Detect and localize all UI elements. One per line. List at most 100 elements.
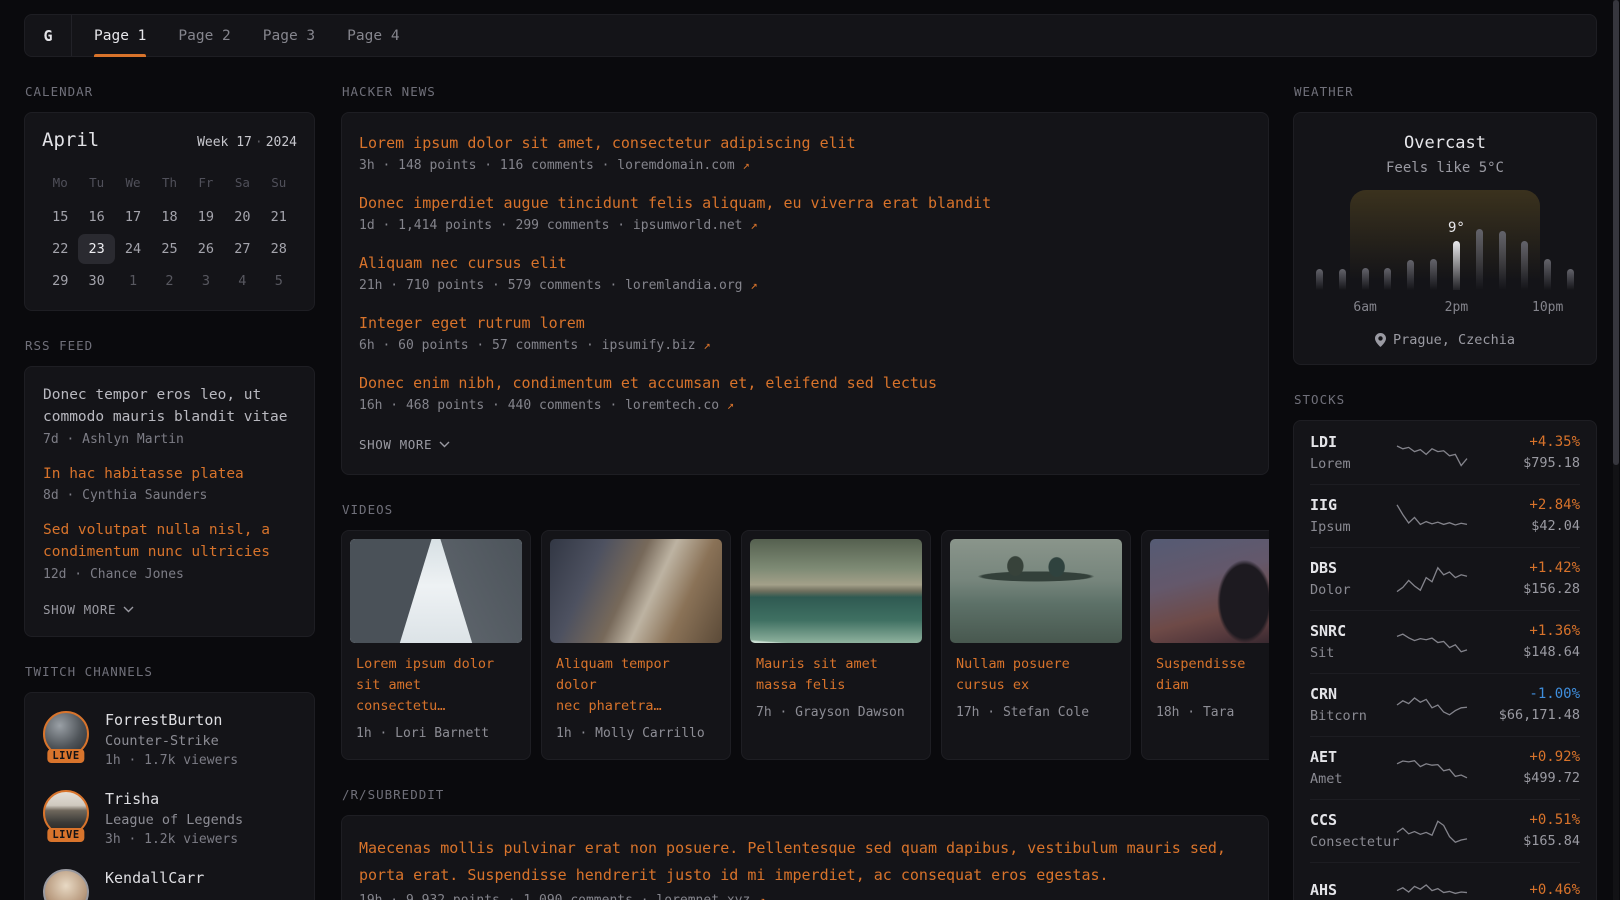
weather-time-ticks: 6am2pm10pm — [1316, 298, 1574, 318]
page-scrollbar-thumb[interactable] — [1613, 0, 1619, 465]
item-meta-text: 3h · 148 points · 116 comments · loremdo… — [359, 158, 735, 173]
calendar-day-of-week: Th — [151, 169, 187, 200]
calendar-day: 15 — [42, 202, 78, 232]
rss-item-title[interactable]: In hac habitasse platea — [43, 464, 296, 486]
hacker-news-item-title[interactable]: Donec imperdiet augue tincidunt felis al… — [359, 194, 1251, 212]
stock-row[interactable]: IIG Ipsum +2.84% $42.04 — [1310, 484, 1580, 547]
top-nav: G Page 1 Page 2 Page 3 Page 4 — [24, 14, 1597, 57]
stock-sparkline — [1394, 561, 1470, 597]
calendar-day-of-week: Sa — [224, 169, 260, 200]
rss-item: Donec tempor eros leo, ut commodo mauris… — [43, 385, 296, 447]
hacker-news-widget-title: HACKER NEWS — [342, 84, 1268, 99]
videos-widget-title: VIDEOS — [342, 502, 1268, 517]
calendar-week-year: Week 17·2024 — [197, 135, 297, 150]
external-link-icon[interactable]: ↗ — [750, 278, 757, 292]
video-channel-meta: 18h · Tara — [1156, 705, 1269, 720]
stock-price: $156.28 — [1480, 581, 1580, 597]
twitch-avatar-wrap: LIVE — [43, 711, 89, 757]
nav-tab[interactable]: Page 3 — [263, 15, 315, 56]
twitch-channel[interactable]: LIVE Trisha League of Legends 3h · 1.2k … — [43, 790, 296, 847]
stock-row[interactable]: DBS Dolor +1.42% $156.28 — [1310, 547, 1580, 610]
calendar-day-of-week: Su — [261, 169, 297, 200]
stock-row[interactable]: LDI Lorem +4.35% $795.18 — [1310, 422, 1580, 484]
stock-ticker: DBS — [1310, 559, 1384, 577]
weather-temp-bar — [1362, 268, 1369, 290]
calendar-day: 26 — [188, 234, 224, 264]
video-card[interactable]: Aliquam tempor dolornec pharetra… 1h · M… — [541, 530, 731, 760]
external-link-icon[interactable]: ↗ — [758, 893, 765, 900]
stock-row[interactable]: CCS Consectetur +0.51% $165.84 — [1310, 799, 1580, 862]
subreddit-post-title[interactable]: Maecenas mollis pulvinar erat non posuer… — [359, 835, 1251, 889]
hacker-news-item: Integer eget rutrum lorem 6h · 60 points… — [359, 314, 1251, 353]
video-card[interactable]: Nullam posuerecursus ex 17h · Stefan Col… — [941, 530, 1131, 760]
external-link-icon[interactable]: ↗ — [727, 398, 734, 412]
nav-tab[interactable]: Page 2 — [178, 15, 230, 56]
weather-location-row: Prague, Czechia — [1310, 332, 1580, 348]
video-card[interactable]: Lorem ipsum dolorsit amet consectetu… 1h… — [341, 530, 531, 760]
twitch-channel[interactable]: LIVE ForrestBurton Counter-Strike 1h · 1… — [43, 711, 296, 768]
external-link-icon[interactable]: ↗ — [750, 218, 757, 232]
item-meta-text: 21h · 710 points · 579 comments · loreml… — [359, 278, 743, 293]
twitch-channel-info: KendallCarr — [105, 869, 204, 900]
calendar-widget: April Week 17·2024 MoTuWeThFrSaSu1516171… — [24, 112, 315, 311]
stock-id: SNRC Sit — [1310, 622, 1384, 661]
video-thumbnail[interactable] — [750, 539, 922, 643]
stock-row[interactable]: CRN Bitcorn -1.00% $66,171.48 — [1310, 673, 1580, 736]
stock-row[interactable]: AHS +0.46% — [1310, 862, 1580, 900]
calendar-day: 18 — [151, 202, 187, 232]
rss-item-title[interactable]: Donec tempor eros leo, ut commodo mauris… — [43, 385, 296, 429]
calendar-day: 23 — [78, 234, 114, 264]
rss-list: Donec tempor eros leo, ut commodo mauris… — [43, 385, 296, 582]
hacker-news-show-more-button[interactable]: SHOW MORE — [359, 437, 450, 452]
subreddit-post-list: Maecenas mollis pulvinar erat non posuer… — [359, 835, 1251, 900]
video-card[interactable]: Suspendissediam 18h · Tara — [1141, 530, 1269, 760]
video-title[interactable]: Aliquam tempor dolornec pharetra… — [556, 654, 716, 717]
rss-show-more-button[interactable]: SHOW MORE — [43, 602, 134, 617]
chevron-down-icon — [439, 441, 450, 448]
external-link-icon[interactable]: ↗ — [703, 338, 710, 352]
stock-row[interactable]: AET Amet +0.92% $499.72 — [1310, 736, 1580, 799]
stock-id: LDI Lorem — [1310, 433, 1384, 472]
stock-id: DBS Dolor — [1310, 559, 1384, 598]
hacker-news-item-meta: 21h · 710 points · 579 comments · loreml… — [359, 278, 1251, 293]
hacker-news-item-title[interactable]: Lorem ipsum dolor sit amet, consectetur … — [359, 134, 1251, 152]
stock-row[interactable]: SNRC Sit +1.36% $148.64 — [1310, 610, 1580, 673]
hacker-news-item-meta: 16h · 468 points · 440 comments · loremt… — [359, 398, 1251, 413]
right-column: WEATHER Overcast Feels like 5°C 9° 6am2p… — [1293, 57, 1597, 900]
hacker-news-item-title[interactable]: Integer eget rutrum lorem — [359, 314, 1251, 332]
calendar-day: 20 — [224, 202, 260, 232]
app-logo[interactable]: G — [25, 15, 72, 56]
stock-values: +1.42% $156.28 — [1480, 560, 1580, 597]
twitch-channel[interactable]: LIVE KendallCarr — [43, 869, 296, 900]
twitch-avatar-wrap: LIVE — [43, 869, 89, 900]
nav-tab[interactable]: Page 4 — [347, 15, 399, 56]
external-link-icon[interactable]: ↗ — [743, 158, 750, 172]
twitch-channel-name[interactable]: KendallCarr — [105, 869, 204, 887]
video-title[interactable]: Lorem ipsum dolorsit amet consectetu… — [356, 654, 516, 717]
rss-item-title[interactable]: Sed volutpat nulla nisl, a condimentum n… — [43, 520, 296, 564]
active-tab-underline — [94, 54, 146, 57]
twitch-channel-name[interactable]: ForrestBurton — [105, 711, 238, 729]
calendar-day: 16 — [78, 202, 114, 232]
video-thumbnail[interactable] — [350, 539, 522, 643]
hacker-news-item-title[interactable]: Aliquam nec cursus elit — [359, 254, 1251, 272]
stock-id: CRN Bitcorn — [1310, 685, 1384, 724]
weather-feels-like: Feels like 5°C — [1310, 160, 1580, 176]
nav-tab[interactable]: Page 1 — [94, 15, 146, 56]
hacker-news-item-title[interactable]: Donec enim nibh, condimentum et accumsan… — [359, 374, 1251, 392]
stock-sparkline — [1394, 687, 1470, 723]
video-thumbnail[interactable] — [1150, 539, 1269, 643]
video-thumbnail[interactable] — [950, 539, 1122, 643]
calendar-day: 5 — [261, 266, 297, 296]
stock-id: CCS Consectetur — [1310, 811, 1384, 850]
calendar-day: 17 — [115, 202, 151, 232]
video-card[interactable]: Mauris sit ametmassa felis 7h · Grayson … — [741, 530, 931, 760]
video-channel-meta: 7h · Grayson Dawson — [756, 705, 916, 720]
calendar-day-of-week: Fr — [188, 169, 224, 200]
video-title[interactable]: Mauris sit ametmassa felis — [756, 654, 916, 696]
video-title[interactable]: Nullam posuerecursus ex — [956, 654, 1116, 696]
video-thumbnail[interactable] — [550, 539, 722, 643]
twitch-channel-name[interactable]: Trisha — [105, 790, 243, 808]
video-title[interactable]: Suspendissediam — [1156, 654, 1269, 696]
stock-company-name: Consectetur — [1310, 834, 1384, 850]
